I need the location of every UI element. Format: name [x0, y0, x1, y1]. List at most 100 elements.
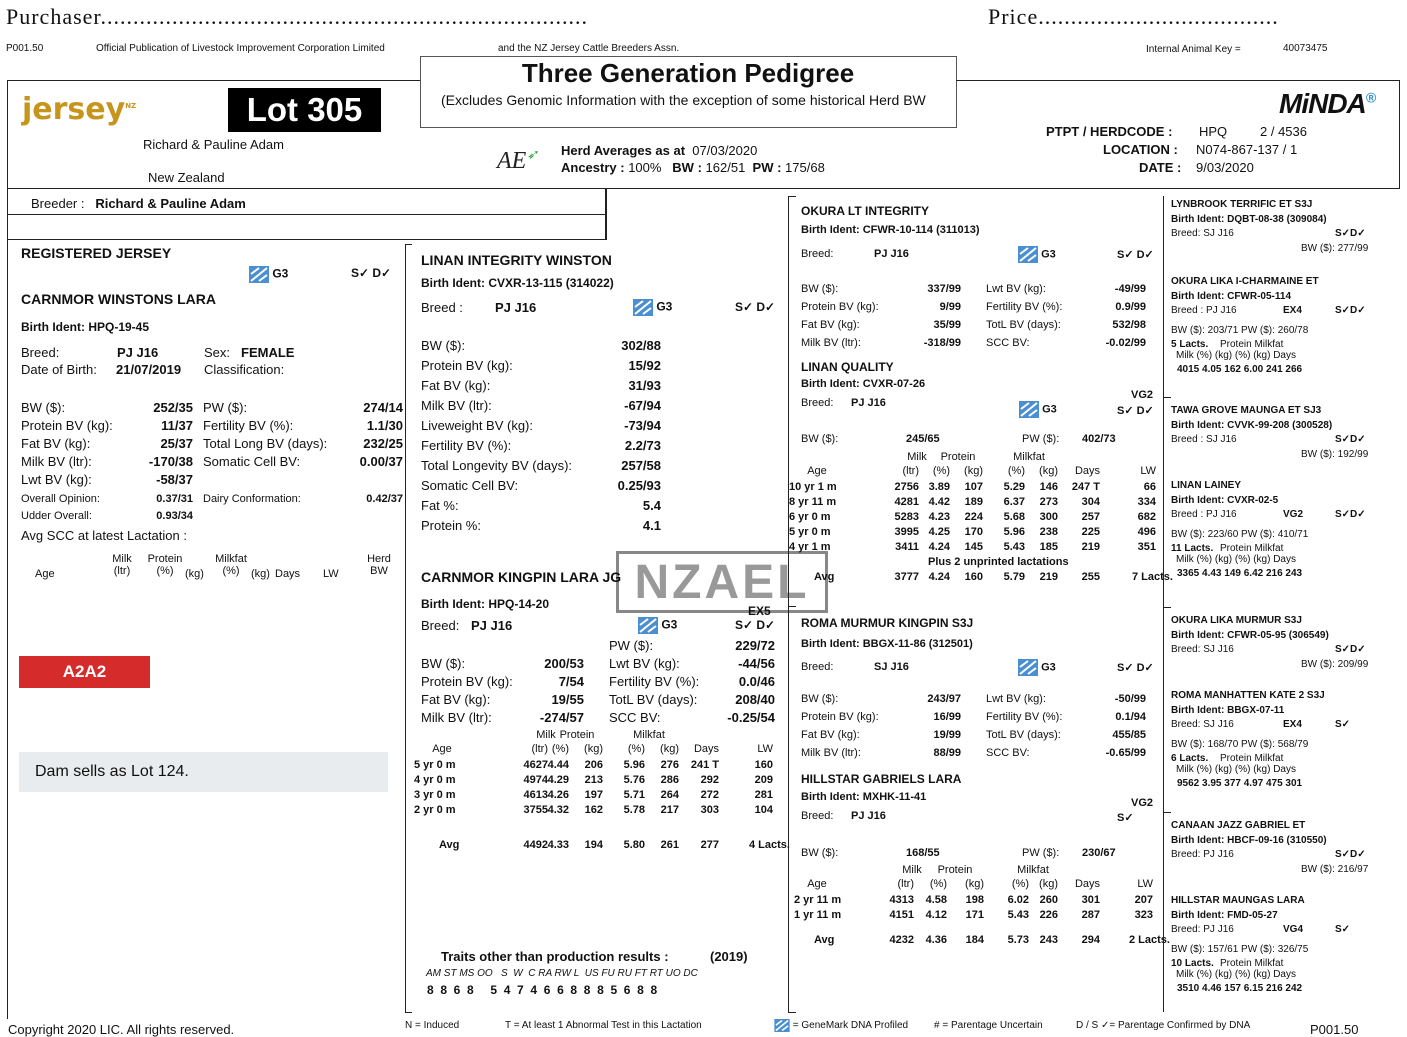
- ss-bv-label: Protein BV (kg):: [801, 301, 879, 313]
- gg-name: OKURA LIKA I-CHARMAINE ET: [1171, 276, 1319, 287]
- dd-lact-header: Days: [1074, 878, 1100, 890]
- ss-bv-label-2: Fertility BV (%):: [986, 301, 1063, 313]
- ds-bv-label-2: TotL BV (days):: [986, 729, 1061, 741]
- dam-bv-value-2: -44/56: [738, 656, 775, 671]
- dd-pw-label: PW ($):: [1022, 847, 1060, 859]
- dd-lact-cell: 4.58: [925, 894, 947, 906]
- genemark-dna-icon: [1019, 401, 1039, 418]
- ss-bv-value-2: -49/99: [1114, 283, 1146, 295]
- date-value: 9/03/2020: [1196, 160, 1254, 175]
- dd-breed-label: Breed:: [801, 810, 834, 822]
- dam-lact-age: 4 yr 0 m: [414, 774, 456, 786]
- sd-lact-cell: 351: [1137, 541, 1156, 553]
- genemark-dna-icon: [638, 617, 658, 634]
- dd-lact-header: Milk: [902, 864, 922, 876]
- animal-lact-header: Age Milk (ltr) Protein (%) (kg) Milkfat …: [35, 553, 391, 580]
- sd-lact-cell: 224: [964, 511, 983, 523]
- dam-lact-cell: 197: [584, 789, 603, 801]
- dam-note: Dam sells as Lot 124.: [19, 752, 388, 792]
- sd-lact-age: 5 yr 0 m: [789, 526, 831, 538]
- dam-lact-cell: 241 T: [690, 759, 719, 771]
- dam-name: CARNMOR KINGPIN LARA JG: [421, 569, 622, 585]
- dam-lact-age: 3 yr 0 m: [414, 789, 456, 801]
- ss-bv-label: Milk BV (ltr):: [801, 337, 861, 349]
- sd-lact-cell: 247 T: [1071, 481, 1100, 493]
- dam-bv-label-2: Fertility BV (%):: [609, 674, 700, 689]
- dd-avg-label: Avg: [814, 934, 835, 946]
- gg-breed: Breed : PJ J16: [1171, 305, 1237, 316]
- dam-avg-lacts: 4 Lacts.: [749, 839, 790, 851]
- reg-jersey: REGISTERED JERSEY: [21, 245, 172, 261]
- sd-vg: VG2: [1131, 389, 1154, 401]
- gg-bracket: [1163, 607, 1171, 608]
- dam-lact-age: 2 yr 0 m: [414, 804, 456, 816]
- ss-sd: S✓ D✓: [1117, 249, 1154, 261]
- sd-lact-cell: 334: [1137, 496, 1156, 508]
- animal-bv-label: Protein BV (kg):: [21, 418, 113, 433]
- and-assn: and the NZ Jersey Cattle Breeders Assn.: [498, 43, 680, 54]
- overall-value: 0.37/31: [156, 493, 193, 505]
- breeder-line: Breeder : Richard & Pauline Adam: [31, 196, 246, 211]
- gg-breed: Breed: SJ J16: [1171, 228, 1234, 239]
- ds-breed-value: SJ J16: [874, 661, 909, 673]
- sire-bv-label: Fat %:: [421, 498, 459, 513]
- ds-bv-value: 16/99: [933, 711, 961, 723]
- dam-bv-value-2: -0.25/54: [727, 710, 775, 725]
- gg-breed: Breed : PJ J16: [1171, 509, 1237, 520]
- legend-dna-confirmed: D / S ✓= Parentage Confirmed by DNA: [1076, 1020, 1251, 1031]
- gg-bw: BW ($): 209/99: [1301, 659, 1369, 670]
- dd-lact-cell: 171: [965, 909, 984, 921]
- gg-bracket: [1163, 397, 1171, 398]
- dam-bv-value: -274/57: [539, 710, 584, 725]
- sd-avg-label: Avg: [814, 571, 835, 583]
- sd-birth-ident: Birth Ident: CVXR-07-26: [801, 378, 926, 390]
- gg-birth-ident: Birth Ident: BBGX-07-11: [1171, 705, 1285, 716]
- sire-sd: S✓ D✓: [735, 300, 776, 314]
- sd-lact-cell: 189: [964, 496, 983, 508]
- sire-bv-value: 302/88: [621, 338, 661, 353]
- nzael-watermark: NZAEL: [616, 551, 828, 613]
- legend-induced: N = Induced: [405, 1020, 460, 1031]
- ss-breed-value: PJ J16: [874, 248, 909, 260]
- ae-logo: AE➶: [497, 148, 539, 174]
- herd-averages: Herd Averages as at 07/03/2020: [561, 143, 758, 158]
- sd-lact-cell: 145: [964, 541, 983, 553]
- gg-class: VG4: [1283, 924, 1304, 935]
- animal-bv-value-2: 1.1/30: [366, 418, 403, 433]
- gg-bw-line: BW ($): 168/70 PW ($): 568/79: [1171, 739, 1309, 750]
- animal-g3: G3: [249, 266, 288, 283]
- gg-lacts: 5 Lacts.: [1171, 339, 1209, 350]
- ds-bv-label-2: Fertility BV (%):: [986, 711, 1063, 723]
- ss-bv-label: Fat BV (kg):: [801, 319, 860, 331]
- ds-bv-label-2: SCC BV:: [986, 747, 1030, 759]
- gg-birth-ident: Birth Ident: CFWR-05-95 (306549): [1171, 630, 1329, 641]
- dd-avg-cell: 184: [965, 934, 984, 946]
- animal-sd: S✓ D✓: [351, 266, 392, 280]
- animal-classification: Classification:: [204, 362, 285, 377]
- location-value: N074-867-137 / 1: [1196, 142, 1298, 157]
- page-title: Three Generation Pedigree: [521, 58, 855, 88]
- dd-lact-cell: 4.12: [925, 909, 947, 921]
- animal-bv-value-2: 232/25: [363, 436, 403, 451]
- animal-bv-label-2: Somatic Cell BV:: [203, 454, 301, 469]
- sire-name: LINAN INTEGRITY WINSTON: [421, 252, 612, 268]
- gg-lact-header: Protein Milkfat: [1220, 958, 1284, 969]
- owner-name: Richard & Pauline Adam: [143, 137, 284, 152]
- gg-lact-header-2: Milk (%) (kg) (%) (kg) Days: [1176, 969, 1296, 980]
- dam-lact-header: (kg): [584, 743, 603, 755]
- dam-bv-label: Protein BV (kg):: [421, 674, 513, 689]
- internal-key-label: Internal Animal Key =: [1146, 44, 1241, 55]
- gg-name: ROMA MANHATTEN KATE 2 S3J: [1171, 690, 1325, 701]
- traits-label: Traits other than production results :: [441, 949, 669, 964]
- dam-bv-label-2: Lwt BV (kg):: [609, 656, 680, 671]
- animal-sex-value: FEMALE: [241, 345, 295, 360]
- dam-breed-label: Breed:: [421, 618, 460, 633]
- sire-bv-value: 4.1: [642, 518, 661, 533]
- dd-avg-cell: 4.36: [925, 934, 947, 946]
- animal-breed-value: PJ J16: [117, 345, 159, 360]
- jersey-logo: jerseyNZ: [22, 92, 137, 127]
- dd-lact-header: (kg): [1039, 878, 1058, 890]
- dam-bv-value-2: 208/40: [735, 692, 775, 707]
- gg-prod: 3365 4.43 149 6.42 216 243: [1177, 568, 1303, 579]
- gg-sd: S✓D✓: [1335, 305, 1366, 316]
